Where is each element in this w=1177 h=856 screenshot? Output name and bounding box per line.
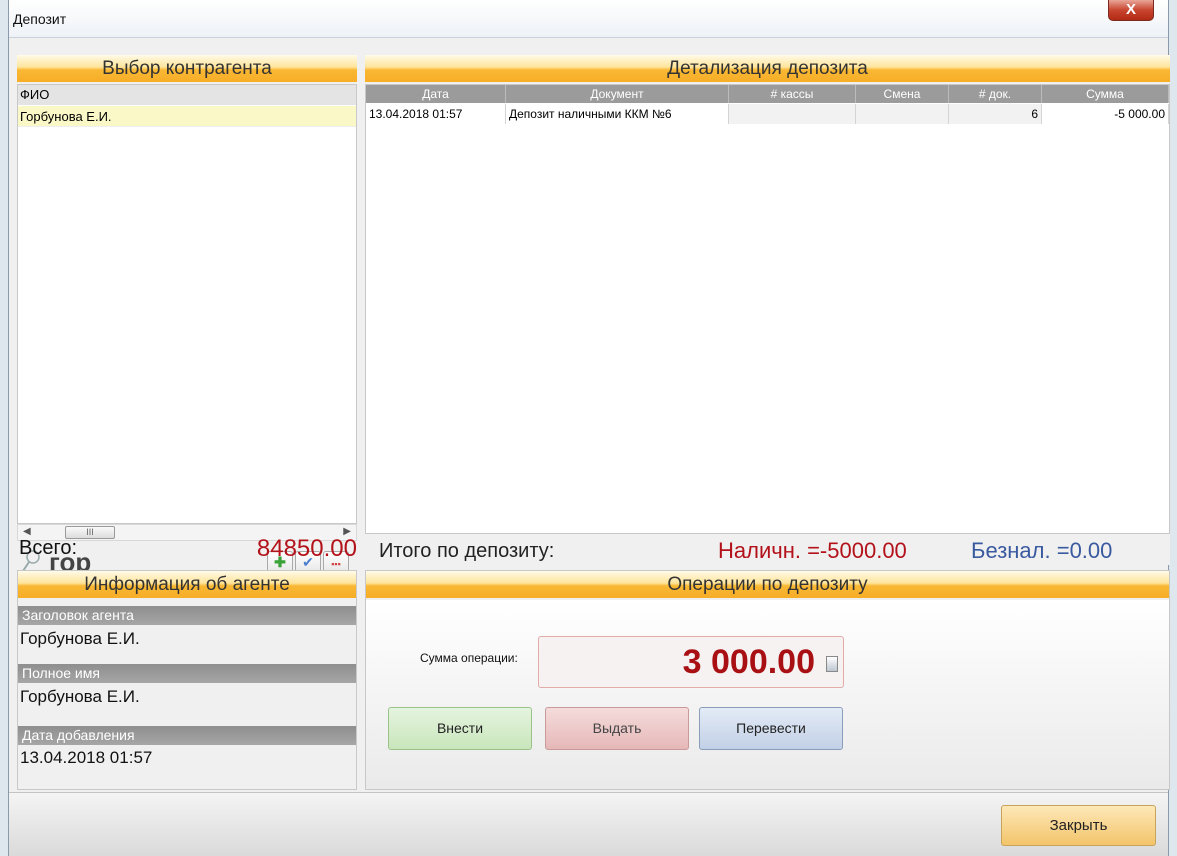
amount-value: 3 000.00 [682,643,815,681]
column-header-doc-no[interactable]: # док. [949,85,1042,103]
agent-title-value: Горбунова Е.И. [20,629,140,648]
agent-title-label: Заголовок агента [18,606,356,625]
cell-register [729,104,856,124]
column-header-register[interactable]: # кассы [729,85,856,103]
deposit-window: Депозит X Выбор контрагента ФИО Горбунов… [8,0,1170,856]
cell-shift [856,104,949,124]
deposit-detail-grid[interactable]: Дата Документ # кассы Смена # док. Сумма… [365,84,1170,534]
list-item[interactable]: Горбунова Е.И. [18,106,356,127]
cashless-total: Безнал. =0.00 [971,538,1113,563]
column-header-sum[interactable]: Сумма [1042,85,1169,103]
close-icon: X [1125,1,1136,18]
column-header-fio[interactable]: ФИО [18,85,356,105]
column-header-date[interactable]: Дата [366,85,506,103]
cell-sum: -5 000.00 [1042,104,1169,124]
deposit-operations-panel: Операции по депозиту Сумма операции: 3 0… [365,570,1170,790]
full-name-value: Горбунова Е.И. [20,687,140,706]
operations-header: Операции по депозиту [366,571,1169,598]
deposit-detail-panel: Детализация депозита Дата Документ # кас… [365,55,1170,565]
deposit-summary: Итого по депозиту: Наличн. =-5000.00 Без… [365,535,1170,565]
column-header-document[interactable]: Документ [506,85,729,103]
transfer-button[interactable]: Перевести [699,707,843,750]
counterparty-panel-header: Выбор контрагента [17,55,357,82]
cell-date: 13.04.2018 01:57 [366,104,506,124]
cell-document: Депозит наличными ККМ №6 [506,104,729,124]
window-close-button[interactable]: X [1108,0,1154,21]
agent-info-header: Информация об агенте [18,571,356,598]
date-added-value: 13.04.2018 01:57 [20,748,153,767]
close-button[interactable]: Закрыть [1001,805,1156,846]
deposit-detail-header: Детализация депозита [365,55,1170,82]
window-title: Депозит [13,11,67,27]
operations-body: Сумма операции: 3 000.00 Внести Выдать П… [366,600,1169,789]
table-row[interactable]: 13.04.2018 01:57 Депозит наличными ККМ №… [366,104,1169,124]
calculator-icon[interactable] [826,656,838,672]
amount-input[interactable]: 3 000.00 [538,636,844,688]
footer-bar: Закрыть [9,792,1168,856]
total-label: Всего: [19,537,77,559]
cash-total: Наличн. =-5000.00 [718,538,907,563]
full-name-label: Полное имя [18,664,356,683]
deposit-button[interactable]: Внести [388,707,532,750]
date-added-label: Дата добавления [18,726,356,745]
counterparty-list[interactable]: ФИО Горбунова Е.И. [17,84,357,524]
total-row: Всего: 84850.00 [17,535,357,565]
cell-doc-no: 6 [949,104,1042,124]
total-value: 84850.00 [256,535,357,562]
grid-header: Дата Документ # кассы Смена # док. Сумма [366,85,1169,103]
column-header-shift[interactable]: Смена [856,85,949,103]
withdraw-button[interactable]: Выдать [545,707,689,750]
summary-label: Итого по депозиту: [379,540,555,562]
agent-info-panel: Информация об агенте Заголовок агента Го… [17,570,357,790]
counterparty-panel: Выбор контрагента ФИО Горбунова Е.И. ◀ I… [17,55,357,577]
amount-label: Сумма операции: [420,651,518,665]
title-bar: Депозит X [9,0,1168,38]
